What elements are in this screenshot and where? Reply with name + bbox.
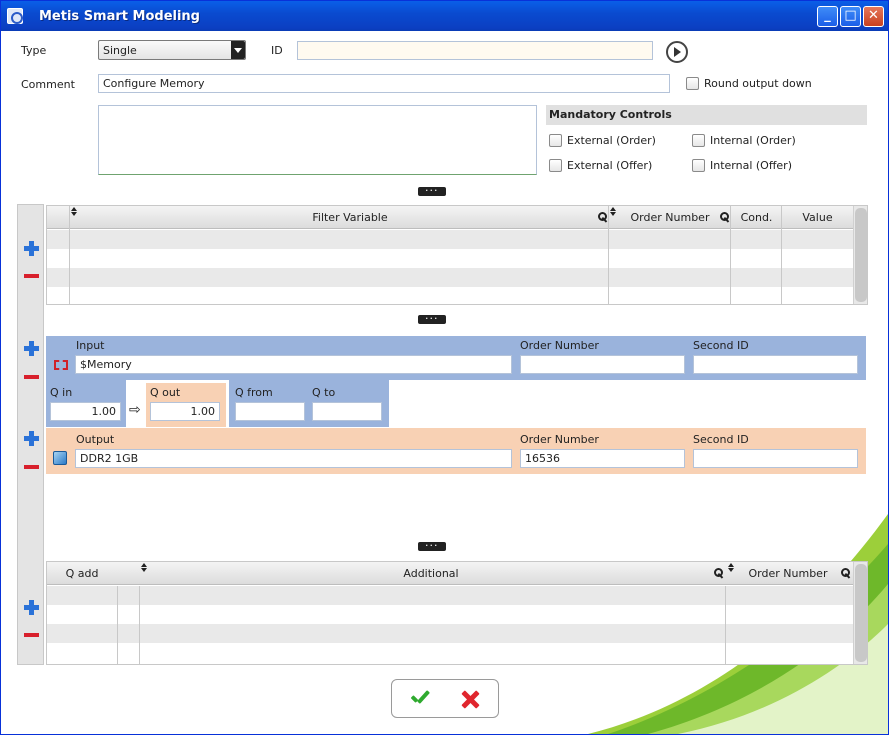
splitter-handle-top[interactable]: [418, 181, 446, 196]
input-order-number-field[interactable]: [520, 355, 685, 374]
column-divider: [781, 206, 782, 304]
round-output-label: Round output down: [704, 77, 812, 90]
q-out-label: Q out: [150, 386, 181, 399]
add-filter-icon[interactable]: [24, 241, 39, 256]
output-field[interactable]: DDR2 1GB: [75, 449, 512, 468]
external-order-checkbox[interactable]: [549, 134, 562, 147]
close-button[interactable]: ✕: [863, 6, 884, 27]
column-divider: [608, 206, 609, 304]
add-output-icon[interactable]: [24, 431, 39, 446]
table-row[interactable]: [47, 643, 853, 662]
additional-grid: Q add Additional Order Number: [46, 561, 868, 665]
comment-label: Comment: [21, 78, 75, 91]
internal-offer-label: Internal (Offer): [710, 159, 793, 172]
dialog-actions: [391, 679, 499, 718]
order-number-header[interactable]: Order Number: [727, 567, 849, 580]
remove-input-icon[interactable]: [24, 375, 39, 379]
table-row[interactable]: [47, 287, 853, 304]
additional-grid-header: Q add Additional Order Number: [47, 562, 853, 585]
minimize-button[interactable]: _: [817, 6, 838, 27]
input-order-number-label: Order Number: [520, 339, 599, 352]
cond-header[interactable]: Cond.: [731, 211, 782, 224]
key-icon: [598, 212, 608, 222]
type-label: Type: [21, 44, 47, 57]
play-icon[interactable]: [666, 41, 688, 63]
column-divider: [117, 586, 118, 664]
title-bar: Metis Smart Modeling _ □ ✕: [1, 1, 888, 31]
column-divider: [139, 586, 140, 664]
q-from-label: Q from: [235, 386, 273, 399]
q-in-field[interactable]: 1.00: [50, 402, 121, 421]
input-second-id-label: Second ID: [693, 339, 749, 352]
external-offer-label: External (Offer): [567, 159, 653, 172]
table-row[interactable]: [47, 268, 853, 287]
input-second-id-field[interactable]: [693, 355, 858, 374]
remove-additional-icon[interactable]: [24, 633, 39, 637]
column-divider: [725, 586, 726, 664]
q-to-label: Q to: [312, 386, 336, 399]
output-order-number-label: Order Number: [520, 433, 599, 446]
additional-header[interactable]: Additional: [139, 567, 723, 580]
q-from-field[interactable]: [235, 402, 305, 421]
cancel-x-icon[interactable]: [459, 688, 481, 710]
value-header[interactable]: Value: [782, 211, 853, 224]
internal-offer-checkbox[interactable]: [692, 159, 705, 172]
selection-icon[interactable]: [54, 360, 68, 370]
remove-output-icon[interactable]: [24, 465, 39, 469]
output-order-number-field[interactable]: 16536: [520, 449, 685, 468]
comment-field[interactable]: Configure Memory: [98, 74, 670, 93]
q-out-field[interactable]: 1.00: [150, 402, 220, 421]
app-icon: [7, 8, 23, 24]
output-second-id-label: Second ID: [693, 433, 749, 446]
external-order-label: External (Order): [567, 134, 656, 147]
remove-filter-icon[interactable]: [24, 274, 39, 278]
splitter-handle-middle[interactable]: [418, 309, 446, 324]
q-add-header[interactable]: Q add: [47, 567, 117, 580]
scrollbar-thumb[interactable]: [855, 564, 867, 662]
description-textarea[interactable]: [98, 105, 537, 175]
external-offer-checkbox[interactable]: [549, 159, 562, 172]
splitter-handle-bottom[interactable]: [418, 536, 446, 551]
round-output-checkbox[interactable]: [686, 77, 699, 90]
add-additional-icon[interactable]: [24, 600, 39, 615]
main-window: Metis Smart Modeling _ □ ✕ Type Single I…: [0, 0, 889, 735]
filter-grid: Filter Variable Order Number Cond. Value: [46, 205, 868, 305]
column-divider: [730, 206, 731, 304]
add-input-icon[interactable]: [24, 341, 39, 356]
id-label: ID: [271, 44, 283, 57]
key-icon: [720, 212, 730, 222]
filter-grid-header: Filter Variable Order Number Cond. Value: [47, 206, 853, 229]
type-select-value: Single: [103, 44, 137, 57]
mandatory-controls-title: Mandatory Controls: [546, 105, 867, 125]
q-to-field[interactable]: [312, 402, 382, 421]
chevron-down-icon: [231, 41, 245, 59]
additional-scrollbar[interactable]: [853, 562, 867, 664]
id-field[interactable]: [297, 41, 653, 60]
column-divider: [69, 206, 70, 304]
type-select[interactable]: Single: [98, 40, 246, 60]
filter-scrollbar[interactable]: [853, 206, 867, 304]
output-label: Output: [76, 433, 115, 446]
filter-variable-header[interactable]: Filter Variable: [70, 211, 630, 224]
input-label: Input: [76, 339, 105, 352]
table-row[interactable]: [47, 249, 853, 268]
table-row[interactable]: [47, 605, 853, 624]
scrollbar-thumb[interactable]: [855, 208, 867, 302]
output-second-id-field[interactable]: [693, 449, 858, 468]
internal-order-checkbox[interactable]: [692, 134, 705, 147]
table-row[interactable]: [47, 624, 853, 643]
table-row[interactable]: [47, 586, 853, 605]
key-icon: [841, 568, 851, 578]
window-title: Metis Smart Modeling: [39, 9, 200, 24]
maximize-button[interactable]: □: [840, 6, 861, 27]
key-icon: [714, 568, 724, 578]
product-box-icon[interactable]: [53, 451, 67, 465]
arrow-right-icon: ⇨: [129, 402, 141, 418]
confirm-check-icon[interactable]: [409, 689, 431, 707]
q-in-label: Q in: [50, 386, 73, 399]
table-row[interactable]: [47, 230, 853, 249]
order-number-header[interactable]: Order Number: [609, 211, 731, 224]
internal-order-label: Internal (Order): [710, 134, 796, 147]
input-field[interactable]: $Memory: [75, 355, 512, 374]
